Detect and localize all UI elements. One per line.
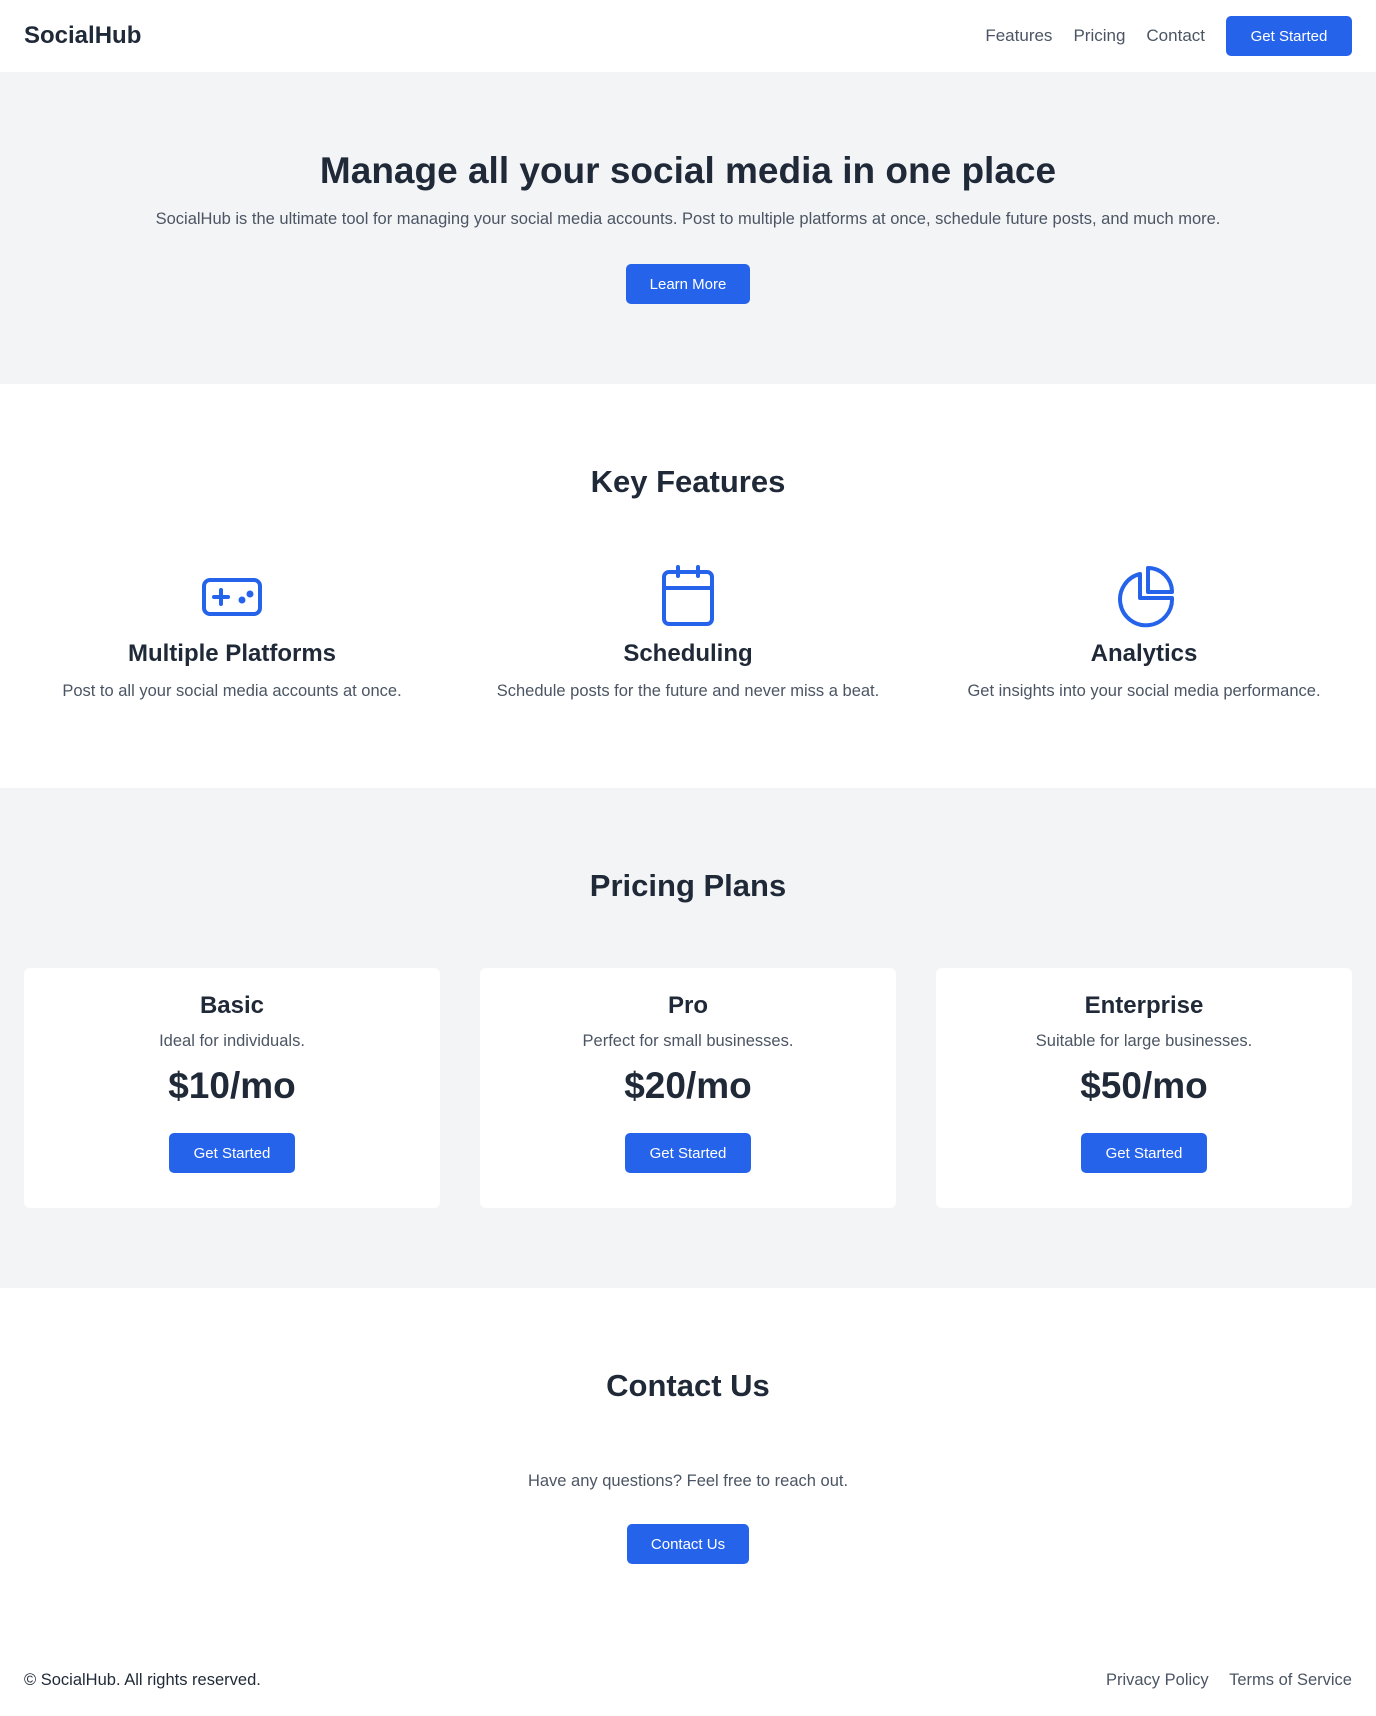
feature-card-analytics: Analytics Get insights into your social …: [936, 564, 1352, 701]
plan-desc: Perfect for small businesses.: [582, 1032, 794, 1050]
brand-logo[interactable]: SocialHub: [24, 22, 141, 50]
terms-of-service-link[interactable]: Terms of Service: [1229, 1671, 1352, 1689]
plan-name: Enterprise: [1084, 992, 1204, 1019]
plan-price: $50/mo: [1080, 1065, 1208, 1106]
plan-card-enterprise: Enterprise Suitable for large businesses…: [936, 968, 1352, 1208]
copyright-text: © SocialHub. All rights reserved.: [24, 1670, 261, 1689]
footer-links: Privacy Policy Terms of Service: [1090, 1671, 1352, 1690]
feature-title: Scheduling: [623, 640, 753, 667]
hero-title: Manage all your social media in one plac…: [319, 150, 1057, 191]
contact-title: Contact Us: [606, 1368, 770, 1403]
plan-card-basic: Basic Ideal for individuals. $10/mo Get …: [24, 968, 440, 1208]
nav-links: Features Pricing Contact Get Started: [985, 16, 1352, 56]
nav-link-contact[interactable]: Contact: [1146, 26, 1205, 46]
plan-card-pro: Pro Perfect for small businesses. $20/mo…: [480, 968, 896, 1208]
navbar: SocialHub Features Pricing Contact Get S…: [0, 0, 1376, 72]
get-started-pro-button[interactable]: Get Started: [625, 1133, 751, 1173]
get-started-basic-button[interactable]: Get Started: [169, 1133, 295, 1173]
feature-card-scheduling: Scheduling Schedule posts for the future…: [480, 564, 896, 701]
contact-text: Have any questions? Feel free to reach o…: [527, 1472, 849, 1490]
plan-desc: Ideal for individuals.: [159, 1032, 305, 1050]
feature-title: Analytics: [1090, 640, 1198, 667]
feature-card-multiple-platforms: Multiple Platforms Post to all your soci…: [24, 564, 440, 701]
plan-desc: Suitable for large businesses.: [1035, 1032, 1253, 1050]
privacy-policy-link[interactable]: Privacy Policy: [1106, 1671, 1209, 1689]
nav-link-features[interactable]: Features: [985, 26, 1052, 46]
plan-price: $20/mo: [624, 1065, 752, 1106]
hero-section: Manage all your social media in one plac…: [0, 72, 1376, 384]
nav-link-pricing[interactable]: Pricing: [1073, 26, 1125, 46]
plan-name: Pro: [667, 992, 708, 1019]
feature-desc: Post to all your social media accounts a…: [62, 682, 402, 700]
pricing-section: Pricing Plans Basic Ideal for individual…: [0, 788, 1376, 1288]
plan-name: Basic: [199, 992, 265, 1019]
get-started-button[interactable]: Get Started: [1226, 16, 1352, 56]
feature-title: Multiple Platforms: [127, 640, 337, 667]
contact-us-button[interactable]: Contact Us: [627, 1524, 749, 1564]
pricing-title: Pricing Plans: [589, 868, 787, 903]
get-started-enterprise-button[interactable]: Get Started: [1081, 1133, 1207, 1173]
plan-price: $10/mo: [168, 1065, 296, 1106]
pie-chart-icon: [1118, 566, 1175, 628]
features-section: Key Features Multiple Platforms Post to …: [0, 384, 1376, 788]
calendar-icon: [662, 565, 714, 626]
gamepad-icon: [202, 578, 262, 616]
hero-subtitle: SocialHub is the ultimate tool for manag…: [155, 210, 1221, 228]
feature-desc: Get insights into your social media perf…: [967, 682, 1321, 700]
footer: © SocialHub. All rights reserved. Privac…: [0, 1660, 1376, 1700]
contact-section: Contact Us Have any questions? Feel free…: [0, 1288, 1376, 1618]
learn-more-button[interactable]: Learn More: [626, 264, 750, 304]
features-title: Key Features: [590, 464, 786, 499]
feature-desc: Schedule posts for the future and never …: [496, 682, 880, 700]
